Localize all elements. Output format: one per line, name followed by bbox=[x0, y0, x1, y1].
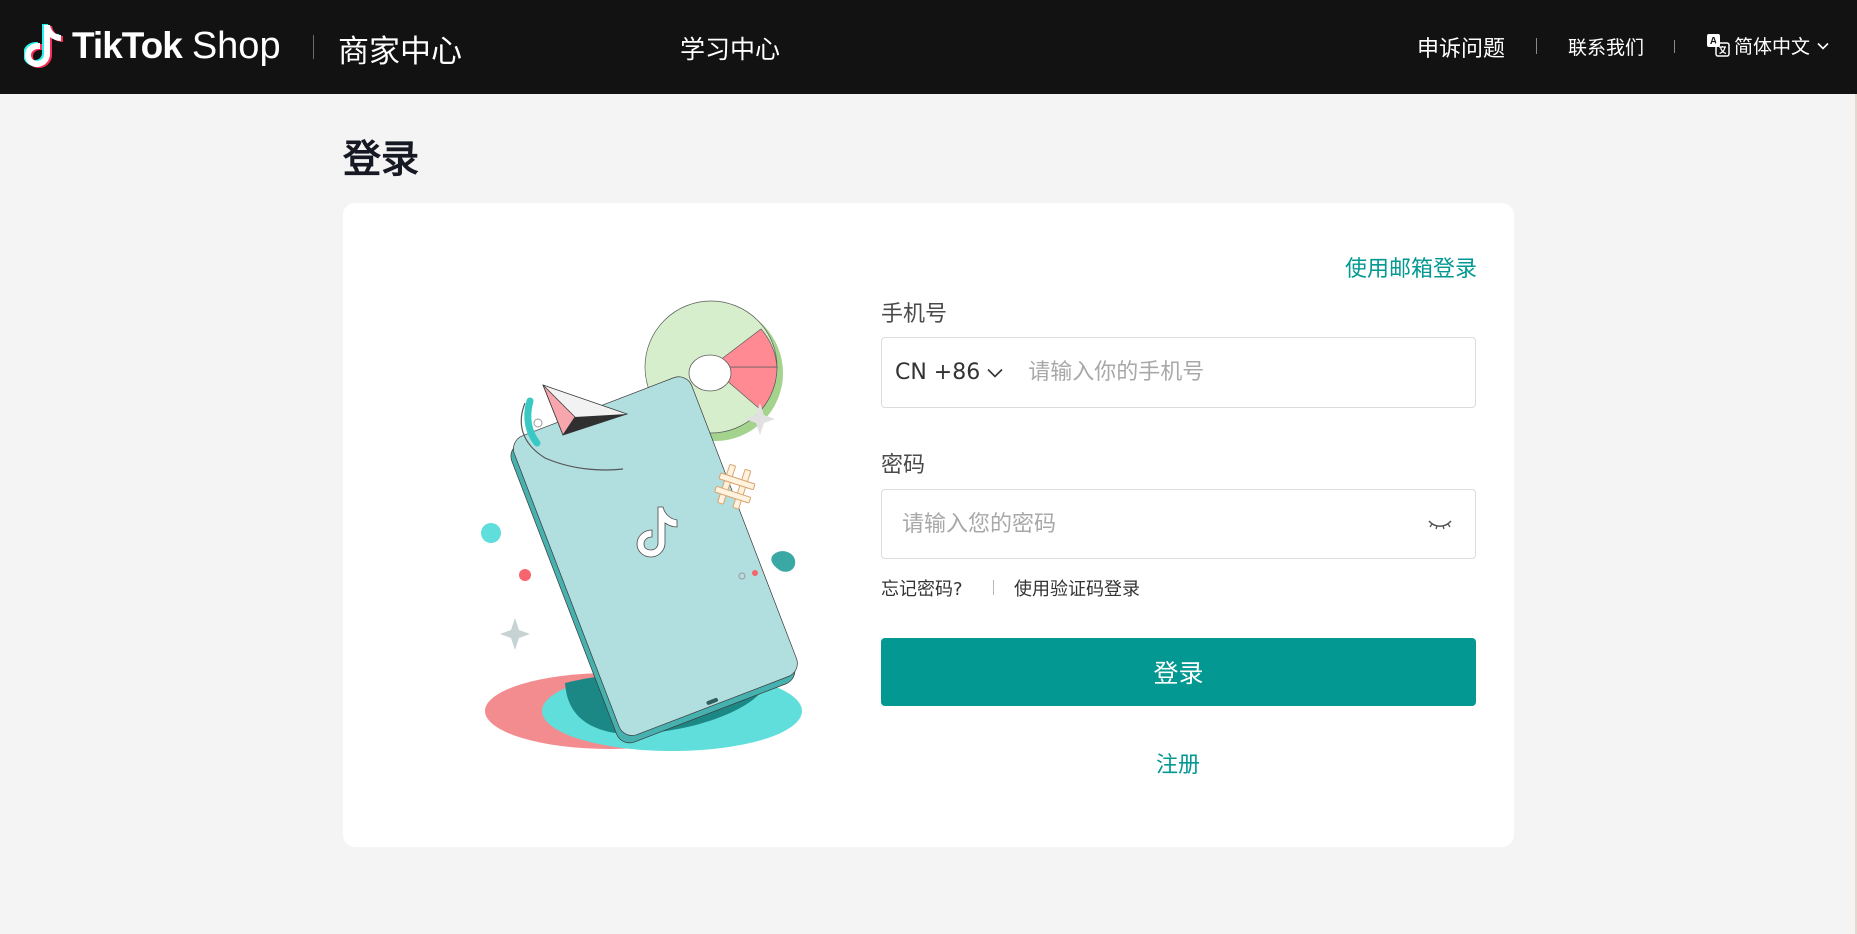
brand-suffix: Shop bbox=[191, 24, 281, 67]
password-input[interactable] bbox=[902, 511, 1402, 537]
email-login-link[interactable]: 使用邮箱登录 bbox=[1345, 251, 1477, 283]
language-label: 简体中文 bbox=[1734, 36, 1811, 58]
phone-label: 手机号 bbox=[881, 302, 948, 327]
links-divider bbox=[993, 580, 994, 595]
tiktok-shop-logo[interactable]: TikTok Shop bbox=[24, 20, 281, 72]
phone-input[interactable] bbox=[1028, 360, 1449, 385]
language-selector[interactable]: A 简体中文 bbox=[1706, 32, 1830, 59]
country-code-value: CN +86 bbox=[895, 360, 981, 385]
tiktok-note-icon bbox=[24, 24, 63, 68]
code-login-link[interactable]: 使用验证码登录 bbox=[1014, 575, 1140, 601]
appeal-link[interactable]: 申诉问题 bbox=[1417, 31, 1505, 63]
login-button[interactable]: 登录 bbox=[881, 638, 1476, 706]
password-field bbox=[881, 489, 1476, 559]
translate-icon: A bbox=[1707, 34, 1730, 57]
learning-center-link[interactable]: 学习中心 bbox=[680, 30, 780, 66]
page-title: 登录 bbox=[343, 137, 420, 181]
top-nav-bar: TikTok Shop 商家中心 学习中心 申诉问题 联系我们 A 简体中文 bbox=[0, 0, 1857, 94]
register-link[interactable]: 注册 bbox=[1156, 747, 1200, 779]
chevron-down-icon bbox=[1817, 42, 1829, 50]
nav-divider bbox=[1674, 40, 1675, 53]
chevron-down-icon bbox=[987, 368, 1003, 378]
contact-link[interactable]: 联系我们 bbox=[1568, 33, 1644, 60]
phone-illustration bbox=[481, 300, 802, 751]
brand-name: TikTok bbox=[72, 25, 183, 66]
country-code-selector[interactable]: CN +86 bbox=[882, 338, 1004, 407]
forgot-password-link[interactable]: 忘记密码? bbox=[881, 575, 963, 601]
eye-closed-icon[interactable] bbox=[1427, 514, 1453, 534]
nav-divider bbox=[1536, 38, 1537, 54]
password-label: 密码 bbox=[881, 453, 926, 478]
logo-divider bbox=[313, 35, 314, 59]
phone-field: CN +86 bbox=[881, 337, 1476, 408]
merchant-center-title: 商家中心 bbox=[338, 34, 462, 70]
